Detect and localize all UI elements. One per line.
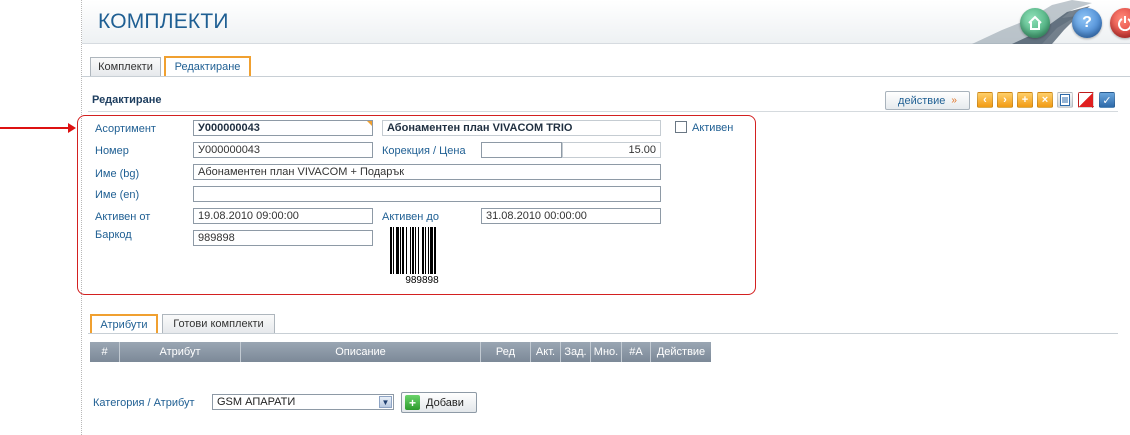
column-header[interactable]: Зад.	[561, 342, 591, 362]
section-title: Редактиране	[92, 94, 162, 106]
barcode-image: 989898	[382, 222, 462, 288]
correction-price-label: Корекция / Цена	[382, 145, 466, 157]
barcode-bar	[418, 227, 419, 274]
column-header[interactable]: #А	[622, 342, 651, 362]
active-from-field[interactable]: 19.08.2010 09:00:00	[193, 208, 373, 224]
number-field[interactable]: У000000043	[193, 142, 373, 158]
name-bg-field[interactable]: Абонаментен план VIVACOM + Подарък	[193, 164, 661, 180]
assortment-code-field[interactable]: У000000043	[193, 120, 373, 136]
barcode-bar	[415, 227, 416, 274]
action-arrow-icon: »	[951, 95, 957, 106]
tab-komplekti[interactable]: Комплекти	[90, 57, 161, 76]
add-button[interactable]: + Добави	[401, 392, 477, 413]
lookup-corner-icon	[367, 121, 372, 126]
delete-icon[interactable]: ×	[1037, 92, 1053, 108]
barcode-bar	[393, 227, 394, 274]
barcode-bar	[406, 227, 407, 274]
barcode-bars	[390, 227, 454, 274]
tab-redaktirane[interactable]: Редактиране	[164, 56, 251, 76]
action-dropdown-button[interactable]: действие »	[885, 91, 970, 110]
barcode-bar	[410, 227, 411, 274]
column-header[interactable]: Атрибут	[120, 342, 241, 362]
name-en-field[interactable]	[193, 186, 661, 202]
correction-field[interactable]	[481, 142, 562, 158]
barcode-bar	[390, 227, 392, 274]
column-header[interactable]: Мно.	[591, 342, 622, 362]
barcode-label: Баркод	[95, 229, 132, 241]
barcode-bar	[425, 227, 426, 274]
barcode-bar	[400, 227, 401, 274]
subtab-divider	[88, 333, 1118, 334]
barcode-caption: 989898	[405, 275, 439, 286]
number-label: Номер	[95, 145, 129, 157]
active-to-field[interactable]: 31.08.2010 00:00:00	[481, 208, 661, 224]
chevron-down-icon[interactable]: ▼	[379, 396, 392, 408]
annotation-arrow	[0, 123, 76, 133]
barcode-bar	[422, 227, 424, 274]
barcode-bar	[434, 227, 436, 274]
add-button-label: Добави	[426, 396, 464, 409]
home-icon[interactable]	[1020, 8, 1050, 38]
app-header: КОМПЛЕКТИ ?	[82, 0, 1130, 44]
arrow-right-icon[interactable]: ›	[997, 92, 1013, 108]
section-divider	[88, 111, 1118, 112]
active-label: Активен	[692, 122, 734, 134]
barcode-bar	[402, 227, 404, 274]
column-header[interactable]: Акт.	[531, 342, 561, 362]
barcode-bar	[396, 227, 399, 274]
barcode-bar	[430, 227, 433, 274]
active-from-label: Активен от	[95, 211, 151, 223]
category-selected-value: GSM АПАРАТИ	[217, 396, 296, 408]
category-attribute-label: Категория / Атрибут	[93, 397, 195, 409]
action-label: действие	[898, 94, 946, 107]
document-icon[interactable]	[1057, 92, 1073, 108]
page-title: КОМПЛЕКТИ	[98, 10, 229, 33]
name-bg-label: Име (bg)	[95, 168, 140, 180]
column-header[interactable]: Описание	[241, 342, 481, 362]
column-header[interactable]: Действие	[651, 342, 711, 362]
category-select[interactable]: GSM АПАРАТИ ▼	[212, 394, 394, 410]
tab-ready-bundles[interactable]: Готови комплекти	[162, 314, 275, 333]
column-header[interactable]: Ред	[481, 342, 531, 362]
arrow-left-icon[interactable]: ‹	[977, 92, 993, 108]
barcode-bar	[428, 227, 429, 274]
save-check-icon[interactable]: ✓	[1099, 92, 1115, 108]
cancel-icon[interactable]	[1078, 92, 1094, 108]
price-field: 15.00	[562, 142, 661, 158]
tab-attributes[interactable]: Атрибути	[90, 314, 158, 334]
barcode-bar	[412, 227, 414, 274]
assortment-name-field: Абонаментен план VIVACOM TRIO	[382, 120, 661, 136]
power-icon[interactable]	[1110, 8, 1130, 38]
barcode-field[interactable]: 989898	[193, 230, 373, 246]
name-en-label: Име (en)	[95, 189, 140, 201]
add-icon[interactable]: +	[1017, 92, 1033, 108]
assortment-label: Асортимент	[95, 123, 156, 135]
column-header[interactable]: #	[90, 342, 120, 362]
attributes-table-header: # Атрибут Описание Ред Акт. Зад. Мно. #А…	[90, 342, 711, 362]
assortment-code-value: У000000043	[198, 122, 260, 134]
active-checkbox[interactable]	[675, 121, 687, 133]
plus-icon: +	[405, 395, 420, 410]
tab-divider	[82, 76, 1130, 77]
help-icon[interactable]: ?	[1072, 8, 1102, 38]
